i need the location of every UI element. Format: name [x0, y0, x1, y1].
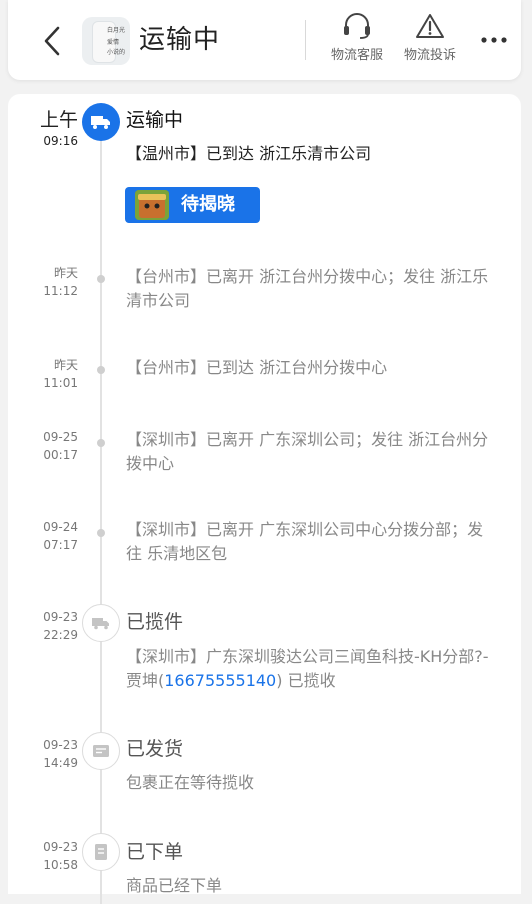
event-description: 商品已经下单 — [126, 876, 223, 895]
time-day: 昨天 — [53, 358, 78, 372]
timeline-dot — [97, 275, 105, 283]
status-title: 已揽件 — [126, 611, 184, 633]
more-button[interactable] — [476, 22, 512, 56]
time-clock: 09:16 — [43, 134, 78, 148]
more-dots-icon — [481, 37, 507, 43]
time-day: 09-23 — [43, 840, 78, 854]
event-description: 包裹正在等待揽收 — [126, 773, 255, 792]
current-status-node — [82, 103, 120, 141]
customer-service-label: 物流客服 — [330, 48, 383, 63]
timeline-dot — [97, 529, 105, 537]
badge-label: 待揭晓 — [181, 194, 235, 215]
status-title: 已发货 — [126, 738, 184, 760]
description-text: ) 已揽收 — [276, 671, 336, 690]
time-day: 09-24 — [43, 520, 78, 534]
time-day: 09-23 — [43, 610, 78, 624]
thumbnail-text-3: 小说的 — [107, 49, 126, 56]
chevron-left-icon — [44, 26, 60, 56]
package-box-icon — [93, 745, 109, 757]
headset-icon — [344, 13, 370, 39]
timeline-time: 上午 09:16 — [8, 108, 78, 150]
ordered-node — [82, 833, 120, 871]
truck-icon — [91, 116, 110, 129]
event-description: 【深圳市】广东深圳骏达公司三闻鱼科技-KH分部?-贾坤(16675555140)… — [126, 645, 498, 693]
event-description: 【深圳市】已离开 广东深圳公司；发往 浙江台州分拨中心 — [126, 430, 489, 473]
status-title: 已下单 — [126, 841, 184, 863]
status-title: 运输中 — [126, 109, 184, 131]
time-clock: 22:29 — [43, 628, 78, 642]
customer-service-button[interactable]: 物流客服 — [324, 12, 390, 63]
time-day: 昨天 — [53, 266, 78, 280]
complaint-label: 物流投诉 — [403, 48, 456, 63]
timeline-dot — [97, 366, 105, 374]
logistics-timeline: 上午 09:16 运输中 【温州市】已到达 浙江乐清市公司 待揭晓 昨天 11:… — [8, 94, 521, 904]
timeline-dot — [97, 439, 105, 447]
time-clock: 10:58 — [43, 858, 78, 872]
timeline-time: 09-23 10:58 — [8, 838, 78, 874]
page-title: 运输中 — [139, 25, 221, 55]
timeline-time: 09-24 07:17 — [8, 518, 78, 554]
product-thumbnail[interactable]: 白月光 爱情 小说的 — [82, 17, 130, 65]
timeline-time: 昨天 11:01 — [8, 356, 78, 392]
time-clock: 14:49 — [43, 756, 78, 770]
timeline-time: 09-23 14:49 — [8, 736, 78, 772]
complaint-button[interactable]: 物流投诉 — [397, 12, 463, 63]
event-description: 【温州市】已到达 浙江乐清市公司 — [126, 144, 372, 163]
timeline-line — [100, 124, 102, 904]
pending-reveal-badge[interactable]: 待揭晓 — [125, 187, 260, 223]
time-day: 上午 — [39, 109, 78, 131]
time-day: 09-25 — [43, 430, 78, 444]
warning-icon — [416, 14, 444, 38]
time-day: 09-23 — [43, 738, 78, 752]
timeline-time: 09-23 22:29 — [8, 608, 78, 644]
time-clock: 07:17 — [43, 538, 78, 552]
event-description: 【深圳市】已离开 广东深圳公司中心分拨分部；发往 乐清地区包 — [126, 520, 484, 563]
courier-phone-link[interactable]: 16675555140 — [164, 671, 276, 690]
time-clock: 00:17 — [43, 448, 78, 462]
back-button[interactable] — [36, 22, 70, 60]
shipped-node — [82, 732, 120, 770]
picked-up-node — [82, 604, 120, 642]
event-description: 【台州市】已离开 浙江台州分拨中心；发往 浙江乐清市公司 — [126, 267, 489, 310]
header-divider — [305, 20, 306, 60]
badge-image — [135, 190, 169, 220]
event-description: 【台州市】已到达 浙江台州分拨中心 — [126, 358, 388, 377]
thumbnail-text-1: 白月光 — [107, 27, 126, 34]
time-clock: 11:12 — [43, 284, 78, 298]
timeline-time: 昨天 11:12 — [8, 264, 78, 300]
pickup-truck-icon — [92, 618, 109, 630]
timeline-time: 09-25 00:17 — [8, 428, 78, 464]
time-clock: 11:01 — [43, 376, 78, 390]
order-document-icon — [95, 844, 107, 860]
thumbnail-text-2: 爱情 — [107, 39, 120, 46]
top-bar: 白月光 爱情 小说的 运输中 物流客服 物流投诉 — [8, 0, 521, 80]
